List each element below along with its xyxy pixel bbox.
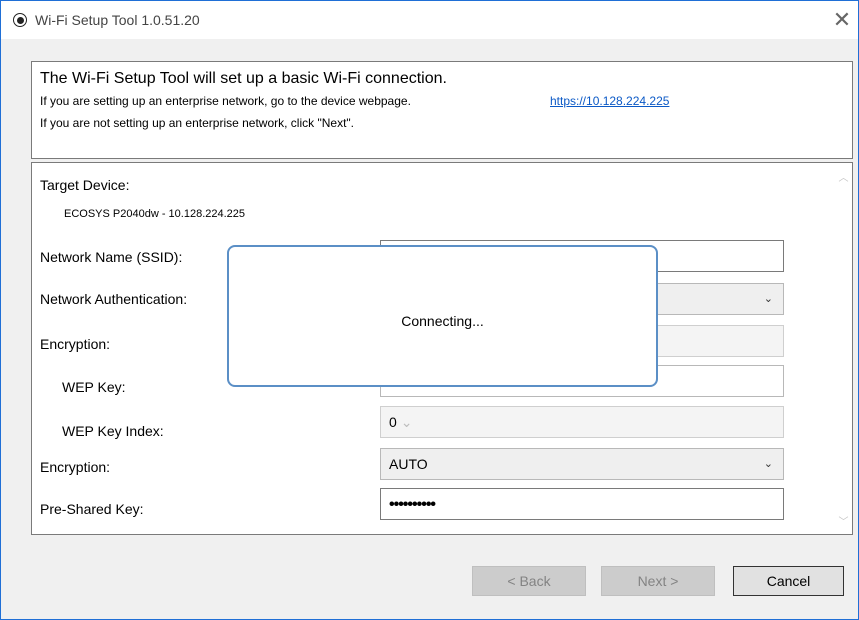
wep-index-select[interactable]: 0 ⌄ bbox=[380, 406, 784, 438]
wep-index-label: WEP Key Index: bbox=[62, 423, 164, 439]
psk-label: Pre-Shared Key: bbox=[40, 501, 144, 517]
info-header: The Wi-Fi Setup Tool will set up a basic… bbox=[31, 61, 853, 159]
chevron-down-icon: ⌄ bbox=[763, 458, 773, 470]
next-button[interactable]: Next > bbox=[601, 566, 715, 596]
wep-index-value: 0 bbox=[389, 414, 397, 430]
psk-value: •••••••••• bbox=[389, 496, 436, 513]
ssid-label: Network Name (SSID): bbox=[40, 249, 183, 265]
connecting-message: Connecting... bbox=[401, 313, 484, 329]
form-scrollbar[interactable]: ︿ ﹀ bbox=[835, 163, 852, 534]
header-enterprise-text: If you are setting up an enterprise netw… bbox=[40, 94, 411, 108]
device-webpage-link[interactable]: https://10.128.224.225 bbox=[550, 94, 669, 108]
psk-input[interactable]: •••••••••• bbox=[380, 488, 784, 520]
scroll-down-icon[interactable]: ﹀ bbox=[837, 513, 850, 528]
header-title: The Wi-Fi Setup Tool will set up a basic… bbox=[40, 70, 447, 87]
scroll-up-icon[interactable]: ︿ bbox=[837, 169, 850, 184]
encryption-select[interactable]: AUTO ⌄ bbox=[380, 448, 784, 480]
target-device-label: Target Device: bbox=[40, 177, 130, 193]
connecting-dialog: Connecting... bbox=[227, 245, 658, 387]
encryption-value: AUTO bbox=[389, 456, 428, 472]
target-device-value: ECOSYS P2040dw - 10.128.224.225 bbox=[64, 208, 246, 220]
encryption-wep-label: Encryption: bbox=[40, 336, 111, 352]
window-title: Wi-Fi Setup Tool 1.0.51.20 bbox=[35, 12, 200, 28]
app-window: Wi-Fi Setup Tool 1.0.51.20 ✕ The Wi-Fi S… bbox=[0, 0, 859, 620]
app-icon bbox=[13, 13, 27, 27]
chevron-down-icon: ⌄ bbox=[763, 293, 773, 305]
cancel-button[interactable]: Cancel bbox=[733, 566, 844, 596]
header-next-text: If you are not setting up an enterprise … bbox=[40, 116, 355, 130]
back-button[interactable]: < Back bbox=[472, 566, 586, 596]
encryption-label: Encryption: bbox=[40, 459, 111, 475]
close-icon[interactable]: ✕ bbox=[830, 7, 854, 33]
title-bar: Wi-Fi Setup Tool 1.0.51.20 ✕ bbox=[1, 1, 858, 39]
wep-key-label: WEP Key: bbox=[62, 379, 126, 395]
chevron-down-icon: ⌄ bbox=[400, 414, 413, 430]
auth-label: Network Authentication: bbox=[40, 291, 188, 307]
